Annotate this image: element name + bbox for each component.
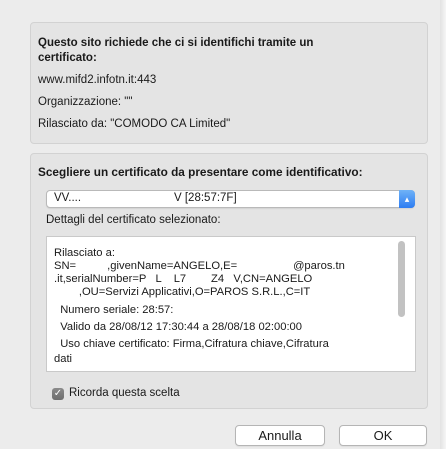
info-heading-line2: certificato: [38,52,97,64]
popup-selected-name: VV.... [54,192,82,204]
checkmark-icon: ✓ [53,388,63,399]
details-line: SN= ,givenName=ANGELO,E= @paros.tn [54,260,345,272]
cancel-button[interactable]: Annulla [235,425,325,446]
updown-chevron-icon[interactable]: ▴ [399,190,415,208]
ok-button[interactable]: OK [339,425,427,446]
selection-heading: Scegliere un certificato da presentare c… [38,165,363,179]
popup-selected-serial: V [28:57:7F] [174,192,237,204]
organization-text: Organizzazione: "" [38,96,133,108]
remember-label[interactable]: Ricorda questa scelta [69,387,180,399]
info-heading-line1: Questo sito richiede che ci si identific… [38,37,314,49]
details-line: Uso chiave certificato: Firma,Cifratura … [54,338,329,350]
details-line: dati [54,353,73,365]
issuer-text: Rilasciato da: "COMODO CA Limited" [38,118,231,130]
certificate-popup[interactable]: VV.... V [28:57:7F] ▴ [46,190,415,208]
details-line: Rilasciato a: [54,247,115,259]
details-line: Valido da 28/08/12 17:30:44 a 28/08/18 0… [54,321,302,333]
details-line: Numero seriale: 28:57: [54,304,174,316]
window-edge [440,0,446,449]
details-line: .it,serialNumber=P L L7 Z4 V,CN=ANGELO [54,273,313,285]
site-host: www.mifd2.infotn.it:443 [38,74,157,86]
details-line: ,OU=Servizi Applicativi,O=PAROS S.R.L.,C… [54,286,311,298]
details-label: Dettagli del certificato selezionato: [46,214,221,226]
remember-checkbox[interactable]: ✓ [52,388,64,400]
details-scrollbar[interactable] [398,241,405,317]
certificate-details-textview[interactable]: Rilasciato a: SN= ,givenName=ANGELO,E= @… [46,236,416,372]
